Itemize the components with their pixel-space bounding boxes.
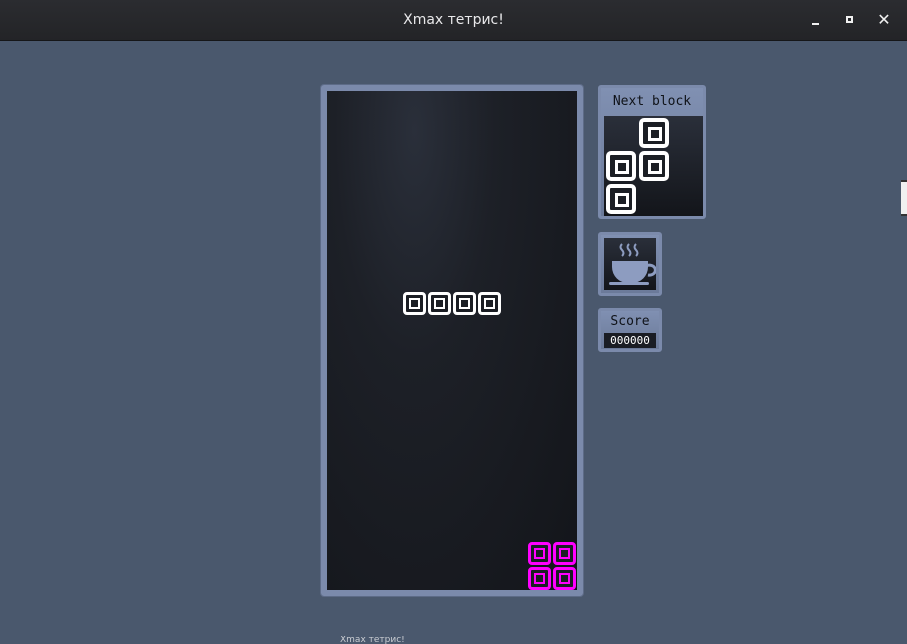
game-window: Xmax тетрис! ✕ Next block Score 000000 X… bbox=[0, 0, 907, 644]
next-block-cell bbox=[606, 184, 636, 214]
background-window-edge bbox=[901, 180, 907, 216]
next-block-panel: Next block bbox=[598, 85, 706, 219]
next-block-preview bbox=[604, 116, 703, 216]
falling-block-cell bbox=[478, 292, 501, 315]
maximize-icon[interactable] bbox=[841, 11, 859, 29]
next-block-cell bbox=[639, 151, 669, 181]
falling-block-cell bbox=[403, 292, 426, 315]
settled-block-cell bbox=[553, 567, 576, 590]
pause-button[interactable] bbox=[598, 232, 662, 296]
settled-block-cell bbox=[528, 542, 551, 565]
play-field-grid bbox=[327, 91, 577, 590]
window-title: Xmax тетрис! bbox=[403, 12, 504, 28]
minimize-icon[interactable] bbox=[807, 11, 825, 29]
play-field bbox=[321, 85, 583, 596]
falling-block-cell bbox=[428, 292, 451, 315]
score-label: Score bbox=[610, 314, 650, 329]
coffee-cup-icon bbox=[604, 238, 657, 290]
title-bar[interactable]: Xmax тетрис! ✕ bbox=[0, 0, 907, 41]
next-block-cell bbox=[606, 151, 636, 181]
close-icon[interactable]: ✕ bbox=[875, 11, 893, 29]
taskbar-item[interactable]: Xmax тетрис! bbox=[340, 636, 460, 644]
next-block-cell bbox=[639, 118, 669, 148]
next-block-label: Next block bbox=[612, 94, 692, 109]
score-value: 000000 bbox=[604, 333, 656, 348]
falling-block-cell bbox=[453, 292, 476, 315]
score-panel: Score 000000 bbox=[598, 308, 662, 352]
settled-block-cell bbox=[528, 567, 551, 590]
settled-block-cell bbox=[553, 542, 576, 565]
